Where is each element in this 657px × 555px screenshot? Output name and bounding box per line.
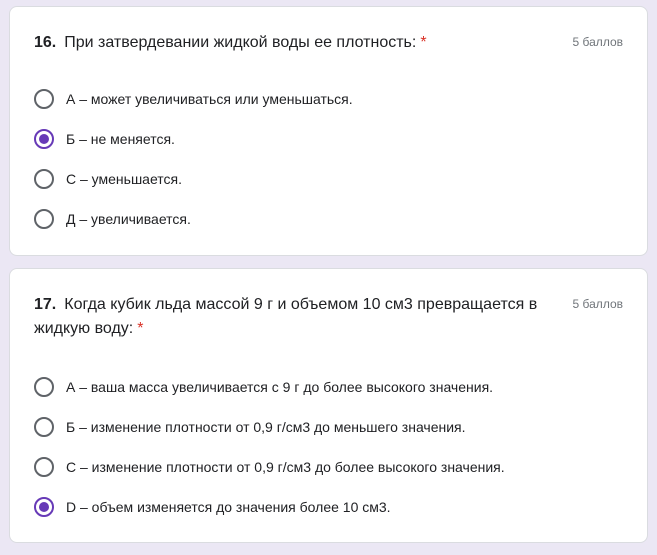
radio-button-checked[interactable] [34,497,54,517]
points-label: 5 баллов [572,297,623,311]
question-header: 17. Когда кубик льда массой 9 г и объемом… [34,293,623,341]
option-label: Д – увеличивается. [66,211,191,227]
radio-button[interactable] [34,377,54,397]
options-list: А – может увеличиваться или уменьшаться.… [34,79,623,239]
radio-button[interactable] [34,417,54,437]
question-card-17: 17. Когда кубик льда массой 9 г и объемом… [9,268,648,543]
option-label: Б – не меняется. [66,131,175,147]
question-text: При затвердевании жидкой воды ее плотнос… [64,34,417,51]
options-list: А – ваша масса увеличивается с 9 г до бо… [34,367,623,527]
question-number: 16. [34,34,57,51]
option-label: А – ваша масса увеличивается с 9 г до бо… [66,379,494,395]
option-label: С – уменьшается. [66,171,183,187]
option-a[interactable]: А – ваша масса увеличивается с 9 г до бо… [34,367,623,407]
question-text: Когда кубик льда массой 9 г и объемом 10… [34,296,538,337]
option-label: С – изменение плотности от 0,9 г/см3 до … [66,459,505,475]
radio-button-checked[interactable] [34,129,54,149]
radio-button[interactable] [34,209,54,229]
option-label: D – объем изменяется до значения более 1… [66,499,391,515]
points-label: 5 баллов [572,35,623,49]
option-b[interactable]: Б – изменение плотности от 0,9 г/см3 до … [34,407,623,447]
question-title: 17. Когда кубик льда массой 9 г и объемом… [34,293,623,341]
question-card-16: 16. При затвердевании жидкой воды ее плот… [9,6,648,256]
question-title: 16. При затвердевании жидкой воды ее плот… [34,31,623,55]
required-asterisk: * [137,320,144,337]
required-asterisk: * [420,34,427,51]
radio-button[interactable] [34,169,54,189]
option-d[interactable]: Д – увеличивается. [34,199,623,239]
option-label: А – может увеличиваться или уменьшаться. [66,91,353,107]
option-c[interactable]: С – изменение плотности от 0,9 г/см3 до … [34,447,623,487]
option-b[interactable]: Б – не меняется. [34,119,623,159]
radio-button[interactable] [34,89,54,109]
question-header: 16. При затвердевании жидкой воды ее плот… [34,31,623,55]
option-label: Б – изменение плотности от 0,9 г/см3 до … [66,419,466,435]
option-d[interactable]: D – объем изменяется до значения более 1… [34,487,623,527]
radio-button[interactable] [34,457,54,477]
option-c[interactable]: С – уменьшается. [34,159,623,199]
option-a[interactable]: А – может увеличиваться или уменьшаться. [34,79,623,119]
question-number: 17. [34,296,57,313]
